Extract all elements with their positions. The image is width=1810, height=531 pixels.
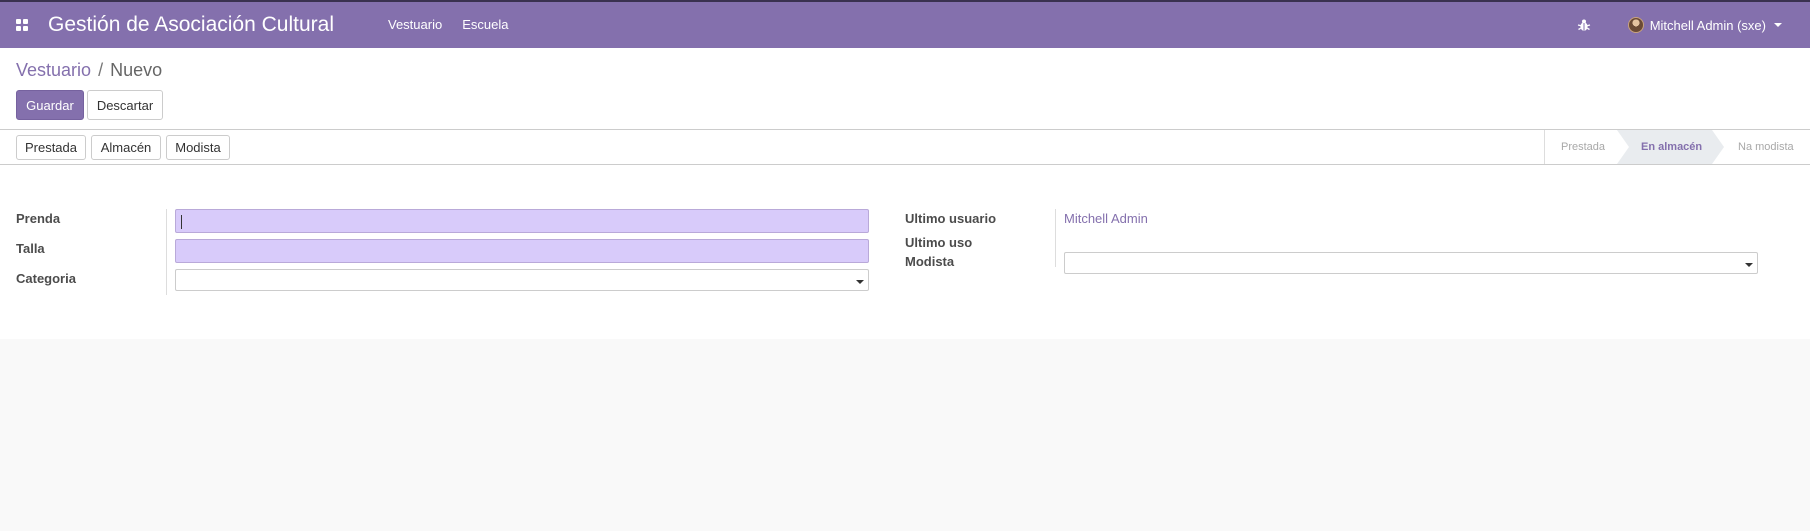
prestada-button[interactable]: Prestada <box>16 135 86 160</box>
prenda-input[interactable] <box>175 209 869 233</box>
discard-button[interactable]: Descartar <box>87 90 163 120</box>
almacen-button[interactable]: Almacén <box>91 135 161 160</box>
modista-button[interactable]: Modista <box>166 135 230 160</box>
chevron-down-icon <box>1774 23 1782 27</box>
stage-label: Prestada <box>1561 141 1606 153</box>
text-cursor <box>181 215 182 229</box>
user-name: Mitchell Admin (sxe) <box>1649 17 1766 33</box>
apps-menu-icon[interactable] <box>0 2 44 48</box>
breadcrumb: Vestuario / Nuevo <box>16 60 162 81</box>
stage-na-modista[interactable]: Na modista <box>1712 130 1810 164</box>
prenda-label: Prenda <box>16 211 61 226</box>
talla-label: Talla <box>16 241 45 256</box>
modista-select[interactable] <box>1064 252 1758 274</box>
main-menu: Vestuario Escuela <box>378 2 518 48</box>
ultimo-usuario-link[interactable]: Mitchell Admin <box>1064 211 1148 226</box>
app-title[interactable]: Gestión de Asociación Cultural <box>48 13 334 37</box>
breadcrumb-current: Nuevo <box>110 60 163 80</box>
chevron-down-icon <box>1745 263 1753 267</box>
stage-prestada[interactable]: Prestada <box>1545 130 1629 164</box>
stage-label: En almacén <box>1641 141 1703 153</box>
ultimo-usuario-label: Ultimo usuario <box>905 211 997 226</box>
stage-arrow <box>1617 130 1629 164</box>
modista-label: Modista <box>905 254 955 269</box>
control-panel: Vestuario / Nuevo Guardar Descartar <box>0 48 1810 130</box>
navbar-right: Mitchell Admin (sxe) <box>1576 2 1810 48</box>
chevron-down-icon <box>856 280 864 284</box>
stage-arrow <box>1712 130 1724 164</box>
ultimo-uso-label: Ultimo uso <box>905 235 973 250</box>
bug-icon[interactable] <box>1576 17 1592 33</box>
field-divider <box>166 209 167 295</box>
top-navbar: Gestión de Asociación Cultural Vestuario… <box>0 0 1810 48</box>
status-stages: Prestada En almacén Na modista <box>1544 130 1810 164</box>
menu-item-vestuario[interactable]: Vestuario <box>378 2 452 48</box>
statusbar: Prestada Almacén Modista Prestada En alm… <box>0 130 1810 165</box>
stage-label: Na modista <box>1738 141 1794 153</box>
categoria-select[interactable] <box>175 269 869 291</box>
breadcrumb-separator: / <box>98 60 104 80</box>
stage-en-almacen[interactable]: En almacén <box>1617 130 1724 164</box>
avatar <box>1627 17 1644 33</box>
categoria-label: Categoria <box>16 271 76 286</box>
field-divider <box>1055 209 1056 267</box>
talla-input[interactable] <box>175 239 869 263</box>
form-sheet: Prenda Talla Categoria Ultimo usuario Ul… <box>0 165 1810 339</box>
breadcrumb-parent-link[interactable]: Vestuario <box>16 60 91 81</box>
save-button[interactable]: Guardar <box>16 90 84 120</box>
menu-item-escuela[interactable]: Escuela <box>452 2 518 48</box>
user-menu[interactable]: Mitchell Admin (sxe) <box>1627 17 1782 33</box>
